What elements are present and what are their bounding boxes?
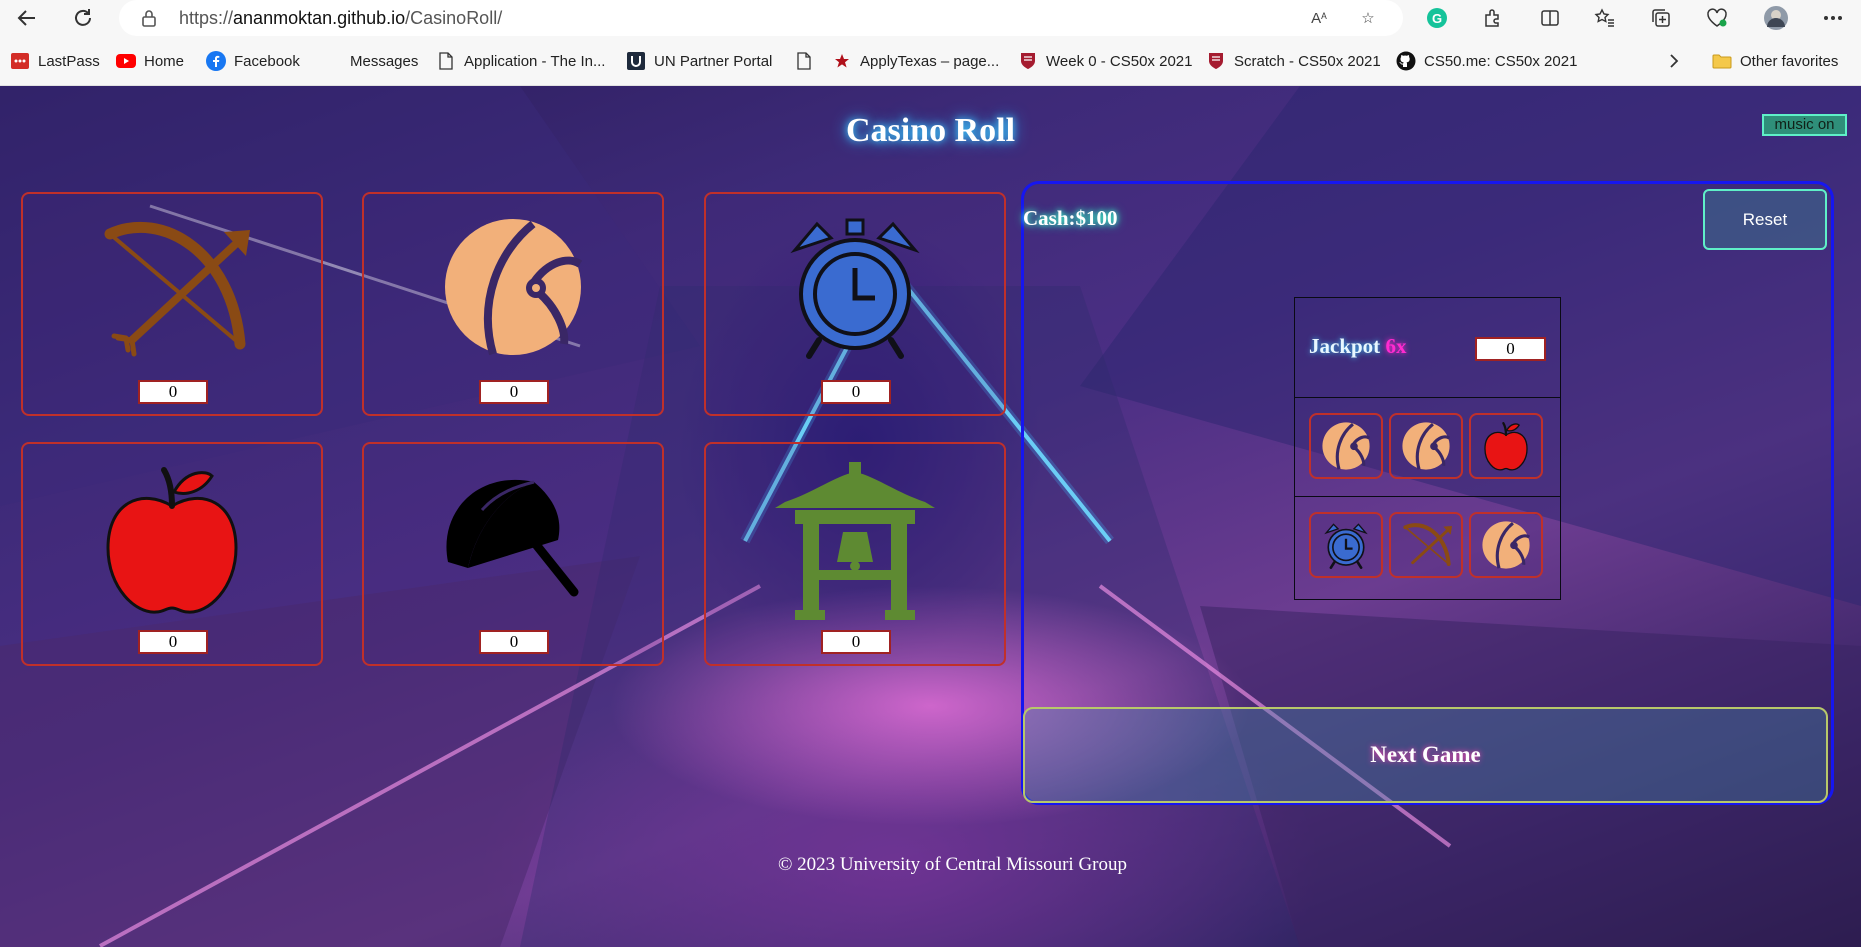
bookmark-cs50me[interactable]: CS50.me: CS50x 2021 bbox=[1396, 50, 1577, 72]
messages-icon bbox=[322, 51, 342, 71]
extensions-icon[interactable] bbox=[1478, 3, 1508, 33]
refresh-icon[interactable] bbox=[68, 3, 98, 33]
pagoda-bell-icon bbox=[775, 462, 935, 620]
umbrella-icon bbox=[446, 479, 579, 597]
bookmark-un-partner-portal[interactable]: UN Partner Portal bbox=[626, 50, 772, 72]
jackpot-slot bbox=[1309, 413, 1383, 479]
split-screen-icon[interactable] bbox=[1535, 3, 1565, 33]
alarm-clock-icon bbox=[1324, 523, 1368, 569]
star-icon bbox=[832, 51, 852, 71]
un-icon bbox=[626, 51, 646, 71]
jackpot-slot bbox=[1389, 413, 1463, 479]
jackpot-slot bbox=[1309, 512, 1383, 578]
svg-text:G: G bbox=[1432, 11, 1442, 26]
youtube-icon bbox=[116, 51, 136, 71]
slot-count-input[interactable]: 0 bbox=[821, 630, 891, 654]
beach-ball-icon bbox=[1322, 422, 1371, 470]
apple-icon bbox=[106, 467, 238, 614]
bookmarks-bar: LastPass Home Facebook Messages Applicat… bbox=[0, 36, 1861, 86]
browser-toolbar: https://ananmoktan.github.io/CasinoRoll/… bbox=[0, 0, 1861, 36]
back-icon[interactable] bbox=[12, 3, 42, 33]
collections-icon[interactable] bbox=[1646, 3, 1676, 33]
reset-button[interactable]: Reset bbox=[1703, 189, 1827, 250]
bow-arrow-icon bbox=[104, 221, 250, 357]
jackpot-slot bbox=[1469, 512, 1543, 578]
beach-ball-icon bbox=[1402, 422, 1451, 470]
next-game-button[interactable]: Next Game bbox=[1023, 707, 1828, 803]
footer-copyright: © 2023 University of Central Missouri Gr… bbox=[777, 854, 1127, 875]
alarm-clock-icon bbox=[790, 218, 920, 359]
slot-tile-beach-ball: 0 bbox=[362, 192, 664, 416]
page-icon bbox=[794, 51, 814, 71]
more-menu-icon[interactable] bbox=[1818, 3, 1848, 33]
profile-avatar-icon[interactable] bbox=[1761, 3, 1791, 33]
music-toggle-button[interactable]: music on bbox=[1762, 114, 1847, 136]
slot-count-input[interactable]: 0 bbox=[821, 380, 891, 404]
jackpot-table: Jackpot 6x 0 bbox=[1294, 297, 1561, 600]
page-icon bbox=[436, 51, 456, 71]
bookmark-week0-cs50x[interactable]: Week 0 - CS50x 2021 bbox=[1018, 50, 1192, 72]
bookmarks-overflow-chevron-icon[interactable] bbox=[1668, 50, 1680, 72]
jackpot-row-1 bbox=[1295, 398, 1560, 497]
facebook-icon bbox=[206, 51, 226, 71]
bookmark-application[interactable]: Application - The In... bbox=[436, 50, 605, 72]
folder-icon bbox=[1712, 51, 1732, 71]
slot-tile-bow: 0 bbox=[21, 192, 323, 416]
slot-count-input[interactable]: 0 bbox=[138, 630, 208, 654]
url-text: https://ananmoktan.github.io/CasinoRoll/ bbox=[179, 8, 503, 28]
bookmark-home[interactable]: Home bbox=[116, 50, 184, 72]
slot-tile-pagoda-bell: 0 bbox=[704, 442, 1006, 666]
slot-count-input[interactable]: 0 bbox=[138, 380, 208, 404]
lastpass-icon bbox=[10, 51, 30, 71]
favorite-star-icon[interactable]: ☆ bbox=[1356, 7, 1380, 29]
beach-ball-icon bbox=[445, 219, 583, 356]
jackpot-multiplier: 6x bbox=[1385, 334, 1407, 358]
slot-count-input[interactable]: 0 bbox=[479, 630, 549, 654]
bookmark-other-favorites[interactable]: Other favorites bbox=[1712, 50, 1838, 72]
harvard-icon bbox=[1206, 51, 1226, 71]
read-aloud-icon[interactable]: Aᴬ bbox=[1307, 7, 1331, 29]
bookmark-messages[interactable]: Messages bbox=[322, 50, 418, 72]
apple-icon bbox=[1484, 422, 1528, 471]
lock-icon bbox=[141, 9, 157, 32]
jackpot-input[interactable]: 0 bbox=[1475, 337, 1546, 361]
browser-essentials-icon[interactable] bbox=[1702, 3, 1732, 33]
casino-roll-page: Casino Roll music on 0 0 0 0 0 0 Cash:$1… bbox=[0, 86, 1861, 947]
bookmark-lastpass[interactable]: LastPass bbox=[10, 50, 100, 72]
harvard-icon bbox=[1018, 51, 1038, 71]
jackpot-row-2 bbox=[1295, 497, 1560, 599]
slot-tile-umbrella: 0 bbox=[362, 442, 664, 666]
slot-tile-alarm-clock: 0 bbox=[704, 192, 1006, 416]
favorites-icon[interactable] bbox=[1590, 3, 1620, 33]
beach-ball-icon bbox=[1482, 521, 1531, 569]
address-bar[interactable]: https://ananmoktan.github.io/CasinoRoll/… bbox=[119, 0, 1403, 36]
jackpot-header-row: Jackpot 6x 0 bbox=[1295, 298, 1560, 398]
bow-arrow-icon bbox=[1403, 523, 1452, 566]
cash-display: Cash:$100 bbox=[1023, 206, 1118, 230]
bookmark-applytexas[interactable]: ApplyTexas – page... bbox=[832, 50, 999, 72]
jackpot-label: Jackpot 6x bbox=[1309, 334, 1407, 358]
bookmark-facebook[interactable]: Facebook bbox=[206, 50, 300, 72]
grammarly-icon[interactable]: G bbox=[1422, 3, 1452, 33]
bookmark-scratch-cs50x[interactable]: Scratch - CS50x 2021 bbox=[1206, 50, 1381, 72]
github-icon bbox=[1396, 51, 1416, 71]
jackpot-slot bbox=[1389, 512, 1463, 578]
bookmark-untitled[interactable] bbox=[794, 50, 822, 72]
slot-tile-apple: 0 bbox=[21, 442, 323, 666]
page-title: Casino Roll bbox=[845, 112, 1016, 149]
jackpot-slot bbox=[1469, 413, 1543, 479]
slot-count-input[interactable]: 0 bbox=[479, 380, 549, 404]
